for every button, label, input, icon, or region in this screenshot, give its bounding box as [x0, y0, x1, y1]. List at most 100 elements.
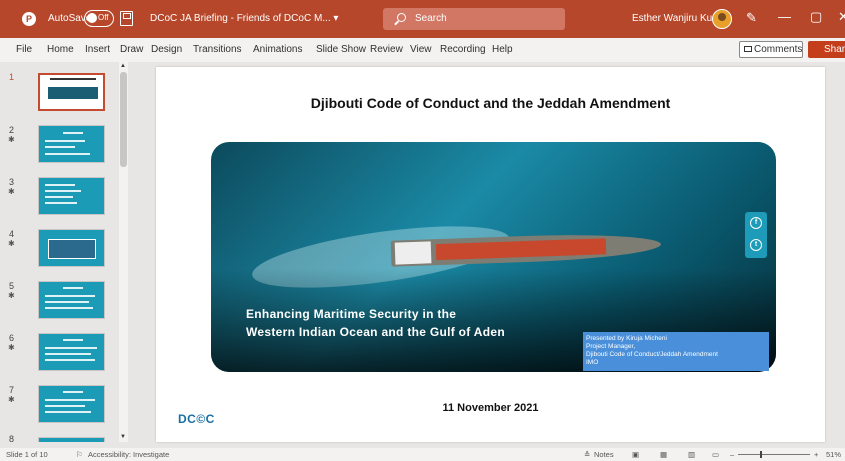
ribbon-tabs: File Home Insert Draw Design Transitions… — [0, 38, 845, 62]
thumb-line — [45, 307, 93, 309]
tab-file[interactable]: File — [16, 43, 32, 57]
thumb-line — [63, 132, 83, 134]
scroll-down-icon[interactable]: ▼ — [120, 434, 126, 440]
close-button[interactable]: ✕ — [838, 9, 845, 25]
thumb-line — [45, 196, 73, 198]
tab-home[interactable]: Home — [47, 43, 74, 57]
presenter-line: Presented by Kiruja Micheni — [586, 335, 667, 342]
restore-button[interactable]: ▢ — [810, 9, 822, 25]
slide-subtitle[interactable]: Enhancing Maritime Security in the Weste… — [246, 305, 546, 341]
thumb-image — [48, 87, 98, 99]
social-icons: f t — [745, 212, 767, 258]
slide-date[interactable]: 11 November 2021 — [156, 402, 825, 414]
notes-icon: ≙ — [584, 450, 591, 459]
thumb-number: 5 — [9, 281, 15, 291]
thumb-line — [63, 287, 83, 289]
thumbnail-slide-1[interactable] — [38, 73, 105, 111]
accessibility-status[interactable]: Accessibility: Investigate — [88, 448, 169, 461]
tab-view[interactable]: View — [410, 43, 432, 57]
comments-label: Comments — [754, 44, 803, 55]
zoom-out-button[interactable]: – — [730, 448, 734, 461]
slide-thumbnail-pane: 1 2 ✱ 3 ✱ 4 ✱ 5 ✱ 6 ✱ 7 ✱ 8 — [0, 62, 128, 442]
share-button[interactable]: Share — [808, 41, 845, 58]
animation-star-icon: ✱ — [8, 239, 15, 248]
subtitle-line-2: Western Indian Ocean and the Gulf of Ade… — [246, 325, 505, 339]
tab-slide-show[interactable]: Slide Show — [316, 43, 366, 57]
tab-transitions[interactable]: Transitions — [193, 43, 242, 57]
scroll-thumb[interactable] — [120, 72, 127, 167]
slideshow-view-icon[interactable]: ▭ — [712, 448, 719, 461]
thumbnail-slide-4[interactable] — [38, 229, 105, 267]
thumb-line — [45, 153, 90, 155]
save-icon[interactable] — [120, 11, 133, 26]
subtitle-line-1: Enhancing Maritime Security in the — [246, 307, 457, 321]
pen-icon[interactable]: ✎ — [746, 10, 757, 26]
tab-design[interactable]: Design — [151, 43, 182, 57]
accessibility-icon: ⚐ — [76, 450, 83, 459]
thumb-line — [63, 391, 83, 393]
thumb-number: 2 — [9, 125, 15, 135]
thumb-line — [45, 184, 75, 186]
autosave-toggle[interactable]: Off — [84, 10, 114, 27]
minimize-button[interactable]: — — [778, 9, 791, 24]
notes-button[interactable]: Notes — [594, 448, 614, 461]
tab-review[interactable]: Review — [370, 43, 403, 57]
thumbnail-slide-6[interactable] — [38, 333, 105, 371]
twitter-icon[interactable]: t — [750, 239, 762, 251]
thumb-number: 4 — [9, 229, 15, 239]
thumb-map-image — [48, 239, 96, 259]
tab-animations[interactable]: Animations — [253, 43, 302, 57]
autosave-state: Off — [98, 13, 109, 22]
presenter-line: IMO — [586, 359, 599, 366]
slide-title[interactable]: Djibouti Code of Conduct and the Jeddah … — [156, 95, 825, 111]
presenter-line: Djibouti Code of Conduct/Jeddah Amendmen… — [586, 351, 718, 358]
zoom-slider[interactable] — [738, 454, 810, 455]
thumb-number: 1 — [9, 72, 15, 82]
thumb-line — [45, 295, 95, 297]
slide-canvas[interactable]: Djibouti Code of Conduct and the Jeddah … — [156, 67, 825, 442]
thumb-number: 8 — [9, 434, 15, 442]
zoom-in-button[interactable]: + — [814, 448, 818, 461]
presenter-line: Project Manager, — [586, 343, 636, 350]
search-placeholder: Search — [415, 13, 447, 24]
thumb-line — [45, 190, 81, 192]
thumb-line — [45, 202, 77, 204]
share-label: Share — [824, 44, 845, 55]
scroll-up-icon[interactable]: ▲ — [120, 63, 126, 69]
animation-star-icon: ✱ — [8, 291, 15, 300]
search-box[interactable]: Search — [383, 8, 565, 30]
thumb-line — [45, 347, 97, 349]
search-icon — [397, 13, 406, 22]
thumb-line — [45, 146, 75, 148]
tab-recording[interactable]: Recording — [440, 43, 486, 57]
zoom-slider-thumb[interactable] — [760, 451, 762, 458]
tab-draw[interactable]: Draw — [120, 43, 143, 57]
reading-view-icon[interactable]: ▥ — [688, 448, 695, 461]
thumb-number: 6 — [9, 333, 15, 343]
comment-icon — [744, 46, 752, 52]
document-title[interactable]: DCoC JA Briefing - Friends of DCoC M... … — [150, 12, 338, 26]
toggle-knob — [87, 13, 97, 23]
slide-sorter-icon[interactable]: ▦ — [660, 448, 667, 461]
thumbnail-slide-3[interactable] — [38, 177, 105, 215]
zoom-level[interactable]: 51% — [826, 448, 841, 461]
thumb-number: 7 — [9, 385, 15, 395]
tab-help[interactable]: Help — [492, 43, 513, 57]
thumbnail-slide-7[interactable] — [38, 385, 105, 423]
comments-button[interactable]: Comments — [739, 41, 803, 58]
status-bar: Slide 1 of 10 ⚐ Accessibility: Investiga… — [0, 448, 845, 461]
presenter-textbox[interactable]: Presented by Kiruja Micheni Project Mana… — [583, 332, 769, 371]
tab-insert[interactable]: Insert — [85, 43, 110, 57]
thumbnail-slide-8[interactable] — [38, 437, 105, 442]
normal-view-icon[interactable]: ▣ — [632, 448, 639, 461]
avatar[interactable] — [712, 9, 732, 29]
facebook-icon[interactable]: f — [750, 217, 762, 229]
thumb-line — [45, 411, 91, 413]
thumbnail-slide-2[interactable] — [38, 125, 105, 163]
thumbnail-scrollbar[interactable]: ▲ ▼ — [119, 62, 128, 442]
thumb-line — [45, 399, 95, 401]
slide-counter[interactable]: Slide 1 of 10 — [6, 448, 48, 461]
title-bar: P AutoSave Off DCoC JA Briefing - Friend… — [0, 0, 845, 38]
thumbnail-slide-5[interactable] — [38, 281, 105, 319]
thumb-line — [63, 339, 83, 341]
